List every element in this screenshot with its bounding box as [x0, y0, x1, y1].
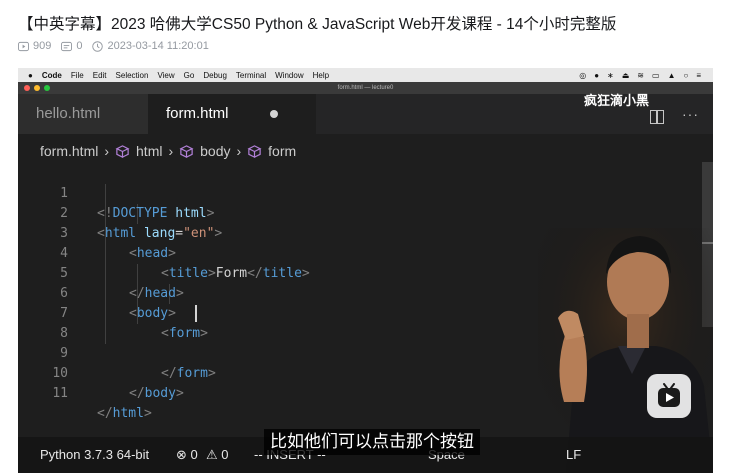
channel-watermark: 疯狂滴小黑 — [584, 93, 650, 108]
chevron-right-icon: › — [168, 143, 174, 159]
menu-item-terminal: Terminal — [235, 70, 267, 80]
breadcrumb-file: form.html — [40, 143, 99, 159]
warning-count: ⚠ 0 — [206, 447, 229, 462]
menu-list-icon: ≡ — [696, 70, 701, 80]
chevron-right-icon: › — [236, 143, 242, 159]
line-ending: LF — [566, 447, 582, 462]
wifi-icon: ≋ — [637, 70, 644, 80]
mac-menu-bar: ● Code File Edit Selection View Go Debug… — [18, 68, 713, 82]
menu-item-selection: Selection — [115, 70, 149, 80]
code-line: 4 <title>Form</title> — [18, 224, 310, 281]
menu-item-file: File — [70, 70, 84, 80]
menu-item-view: View — [157, 70, 175, 80]
bilibili-tv-icon[interactable] — [647, 374, 691, 418]
unsaved-dot-icon — [270, 110, 278, 118]
code-line: 8 — [18, 304, 68, 341]
publish-date: 2023-03-14 11:20:01 — [107, 40, 209, 52]
menu-item-debug: Debug — [203, 70, 227, 80]
code-line: 1 <!DOCTYPE html> — [18, 164, 214, 221]
video-meta: 909 0 2023-03-14 11:20:01 — [18, 40, 215, 52]
tab-hello-html: hello.html — [18, 94, 148, 134]
video-subtitle: 比如他们可以点击那个按钮 — [264, 429, 480, 455]
danmaku-stat: 0 — [61, 40, 82, 52]
breadcrumb: form.html › html › body › form — [40, 142, 296, 160]
split-editor-icon — [650, 110, 664, 124]
menu-item-edit: Edit — [92, 70, 107, 80]
code-line: 2 <html lang="en"> — [18, 184, 222, 241]
editor-scrollbar[interactable] — [702, 162, 713, 327]
glasses-icon: ◎ — [579, 70, 587, 80]
scrollbar-marker — [702, 242, 713, 244]
code-line: 9 </form> — [18, 324, 216, 381]
breadcrumb-html: html — [136, 143, 163, 159]
video-player[interactable]: ● Code File Edit Selection View Go Debug… — [18, 68, 713, 473]
video-title: 【中英字幕】2023 哈佛大学CS50 Python & JavaScript … — [18, 16, 617, 33]
danmaku-count: 0 — [76, 40, 83, 52]
menu-item-help: Help — [312, 70, 330, 80]
cube-icon — [115, 144, 130, 158]
minimize-window-icon — [34, 85, 40, 91]
spotlight-icon: ○ — [683, 70, 689, 80]
menu-app-name: Code — [41, 70, 62, 80]
tv-play-icon — [658, 383, 680, 407]
breadcrumb-body: body — [200, 143, 231, 159]
views-count: 909 — [33, 40, 52, 52]
line-number: 11 — [52, 386, 68, 401]
apple-icon: ● — [28, 70, 33, 80]
views-stat: 909 — [18, 40, 51, 52]
python-interpreter: Python 3.7.3 64-bit — [40, 447, 150, 462]
menu-item-window: Window — [275, 70, 304, 80]
cube-icon — [179, 144, 194, 158]
eject-icon: ⏏ — [621, 70, 630, 80]
publish-date-stat: 2023-03-14 11:20:01 — [92, 40, 209, 52]
tab-form-html: form.html — [148, 94, 316, 134]
code-line: 10 </body> — [18, 344, 183, 401]
bluetooth-icon: ∗ — [607, 70, 614, 80]
code-line: 11 </html> — [18, 364, 151, 421]
code-line: 7 <form> — [18, 284, 208, 341]
text-cursor — [195, 305, 197, 322]
code-line: 5 </head> — [18, 244, 184, 301]
cube-icon — [247, 144, 262, 158]
code-line: 3 <head> — [18, 204, 176, 261]
menu-item-go: Go — [183, 70, 195, 80]
chevron-right-icon: › — [104, 143, 110, 159]
breadcrumb-form: form — [268, 143, 297, 159]
error-count: ⊗ 0 — [176, 447, 198, 462]
window-title: form.html — lecture0 — [337, 85, 394, 91]
code-line: 6 <body> — [18, 264, 176, 321]
close-window-icon — [24, 85, 30, 91]
zoom-window-icon — [44, 85, 50, 91]
user-icon: ▲ — [667, 70, 676, 80]
traffic-lights — [24, 85, 50, 91]
more-actions-icon: ··· — [682, 106, 699, 122]
play-count-icon — [18, 41, 29, 51]
battery-icon: ▭ — [652, 70, 660, 80]
record-icon: ● — [594, 70, 600, 80]
mac-status-icons: ◎ ● ∗ ⏏ ≋ ▭ ▲ ○ ≡ — [579, 68, 701, 82]
clock-icon — [92, 40, 104, 52]
danmaku-icon — [61, 41, 73, 51]
